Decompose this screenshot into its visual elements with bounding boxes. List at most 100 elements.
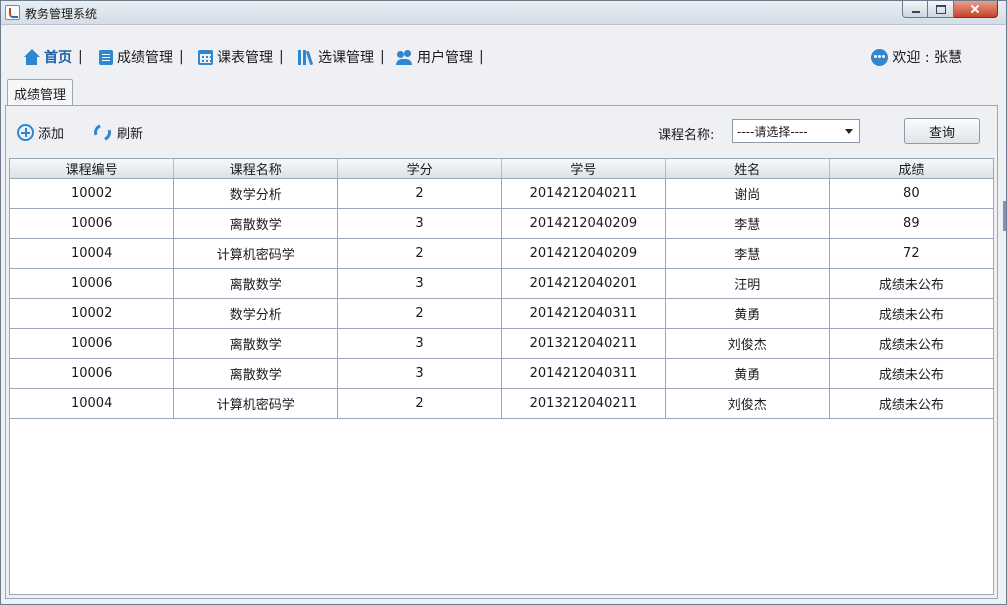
chat-icon <box>871 48 889 66</box>
grades-table-container[interactable]: 课程编号 课程名称 学分 学号 姓名 成绩 10002 数学分析 2 20142120… <box>9 158 994 595</box>
table-cell: 10002 <box>10 178 175 209</box>
nav-item-label: 成绩管理 <box>117 50 173 66</box>
column-header[interactable]: 学号 <box>501 159 666 179</box>
refresh-button-label: 刷新 <box>117 126 144 142</box>
table-cell: 离散数学 <box>173 268 339 299</box>
nav-item-label: 选课管理 <box>318 50 374 66</box>
table-row[interactable]: 10006 离散数学 3 2014212040209 李慧 89 <box>10 208 993 239</box>
table-cell: 2 <box>337 178 502 209</box>
table-row[interactable]: 10002 数学分析 2 2014212040311 黄勇 成绩未公布 <box>10 298 993 329</box>
table-cell: 成绩未公布 <box>829 298 993 329</box>
table-cell: 2 <box>337 388 502 419</box>
table-cell: 成绩未公布 <box>829 328 993 359</box>
table-row[interactable]: 10004 计算机密码学 2 2014212040209 李慧 72 <box>10 238 993 269</box>
nav-item-user-management[interactable]: 用户管理 | <box>396 47 484 67</box>
nav-item-grade-management[interactable]: 成绩管理 | <box>99 47 184 67</box>
java-app-icon <box>5 5 20 20</box>
toolbar: 添加 刷新 课程名称: ----请选择---- 查询 <box>6 106 997 158</box>
add-button[interactable]: 添加 <box>17 122 64 142</box>
scroll-marker <box>1003 201 1006 231</box>
top-nav: 首页 | 成绩管理 | 课表管理 | 选课管理 | 用户管理 | 欢迎 : 张慧 <box>1 25 1006 77</box>
column-header[interactable]: 成绩 <box>829 159 993 179</box>
add-button-label: 添加 <box>38 126 65 142</box>
window-title: 教务管理系统 <box>25 7 98 21</box>
table-row[interactable]: 10006 离散数学 3 2014212040201 汪明 成绩未公布 <box>10 268 993 299</box>
table-cell: 10004 <box>10 388 175 419</box>
column-header[interactable]: 课程名称 <box>173 159 339 179</box>
table-cell: 刘俊杰 <box>665 328 830 359</box>
table-row[interactable]: 10002 数学分析 2 2014212040211 谢尚 80 <box>10 178 993 209</box>
table-cell: 成绩未公布 <box>829 268 993 299</box>
table-cell: 离散数学 <box>173 358 339 389</box>
window-controls <box>902 1 998 19</box>
document-icon <box>99 49 113 65</box>
table-cell: 89 <box>829 208 993 239</box>
nav-item-home[interactable]: 首页 | <box>23 47 83 67</box>
table-cell: 3 <box>337 268 502 299</box>
maximize-button[interactable] <box>928 1 954 18</box>
app-window: 教务管理系统 首页 | 成绩管理 | 课表管理 | 选课管理 | 用户管理 | … <box>0 0 1007 605</box>
table-cell: 10002 <box>10 298 175 329</box>
minimize-button[interactable] <box>902 1 928 18</box>
nav-item-label: 首页 <box>44 50 72 66</box>
home-icon <box>23 48 40 66</box>
table-row[interactable]: 10006 离散数学 3 2013212040211 刘俊杰 成绩未公布 <box>10 328 993 359</box>
nav-separator: | <box>279 49 284 65</box>
grade-panel: 添加 刷新 课程名称: ----请选择---- 查询 课程编号 课程名称 学分 <box>5 105 998 599</box>
table-cell: 黄勇 <box>665 298 830 329</box>
table-cell: 3 <box>337 328 502 359</box>
tab-strip: 成绩管理 <box>1 77 1006 106</box>
table-cell: 离散数学 <box>173 328 339 359</box>
nav-item-schedule-management[interactable]: 课表管理 | <box>198 47 284 67</box>
table-cell: 2 <box>337 238 502 269</box>
table-cell: 10006 <box>10 328 175 359</box>
table-cell: 黄勇 <box>665 358 830 389</box>
table-header-row: 课程编号 课程名称 学分 学号 姓名 成绩 <box>10 159 993 179</box>
table-cell: 2014212040209 <box>501 238 666 269</box>
table-row[interactable]: 10004 计算机密码学 2 2013212040211 刘俊杰 成绩未公布 <box>10 388 993 419</box>
nav-item-course-selection[interactable]: 选课管理 | <box>297 47 385 67</box>
column-header[interactable]: 课程编号 <box>10 159 175 179</box>
table-cell: 谢尚 <box>665 178 830 209</box>
table-cell: 3 <box>337 208 502 239</box>
table-cell: 72 <box>829 238 993 269</box>
query-button[interactable]: 查询 <box>904 118 980 144</box>
refresh-button[interactable]: 刷新 <box>91 120 144 144</box>
users-icon <box>396 49 413 66</box>
table-cell: 2014212040211 <box>501 178 666 209</box>
course-name-select[interactable]: ----请选择---- <box>732 119 860 143</box>
table-cell: 2 <box>337 298 502 329</box>
nav-item-label: 课表管理 <box>217 50 273 66</box>
table-cell: 2014212040209 <box>501 208 666 239</box>
nav-separator: | <box>179 49 184 65</box>
close-button[interactable] <box>954 1 998 18</box>
column-header[interactable]: 学分 <box>337 159 502 179</box>
caret-down-icon <box>845 129 853 134</box>
welcome-text: 欢迎 : 张慧 <box>892 50 962 66</box>
column-header[interactable]: 姓名 <box>665 159 830 179</box>
nav-separator: | <box>380 49 385 65</box>
nav-item-label: 用户管理 <box>417 50 473 66</box>
calendar-icon <box>198 49 213 65</box>
table-cell: 2014212040311 <box>501 358 666 389</box>
table-cell: 汪明 <box>665 268 830 299</box>
table-cell: 2013212040211 <box>501 388 666 419</box>
table-cell: 离散数学 <box>173 208 339 239</box>
table-cell: 10006 <box>10 268 175 299</box>
table-cell: 2014212040311 <box>501 298 666 329</box>
table-cell: 李慧 <box>665 238 830 269</box>
table-cell: 10004 <box>10 238 175 269</box>
books-icon <box>297 49 314 66</box>
tab-grade-management[interactable]: 成绩管理 <box>7 79 74 106</box>
title-bar[interactable]: 教务管理系统 <box>1 1 1006 25</box>
welcome-user: 欢迎 : 张慧 <box>871 47 962 67</box>
select-value: ----请选择---- <box>737 124 808 139</box>
table-cell: 计算机密码学 <box>173 388 339 419</box>
add-circle-icon <box>17 123 34 141</box>
nav-separator: | <box>479 49 484 65</box>
table-cell: 2014212040201 <box>501 268 666 299</box>
nav-separator: | <box>78 49 83 65</box>
table-cell: 计算机密码学 <box>173 238 339 269</box>
refresh-icon <box>91 120 114 144</box>
table-row[interactable]: 10006 离散数学 3 2014212040311 黄勇 成绩未公布 <box>10 358 993 389</box>
